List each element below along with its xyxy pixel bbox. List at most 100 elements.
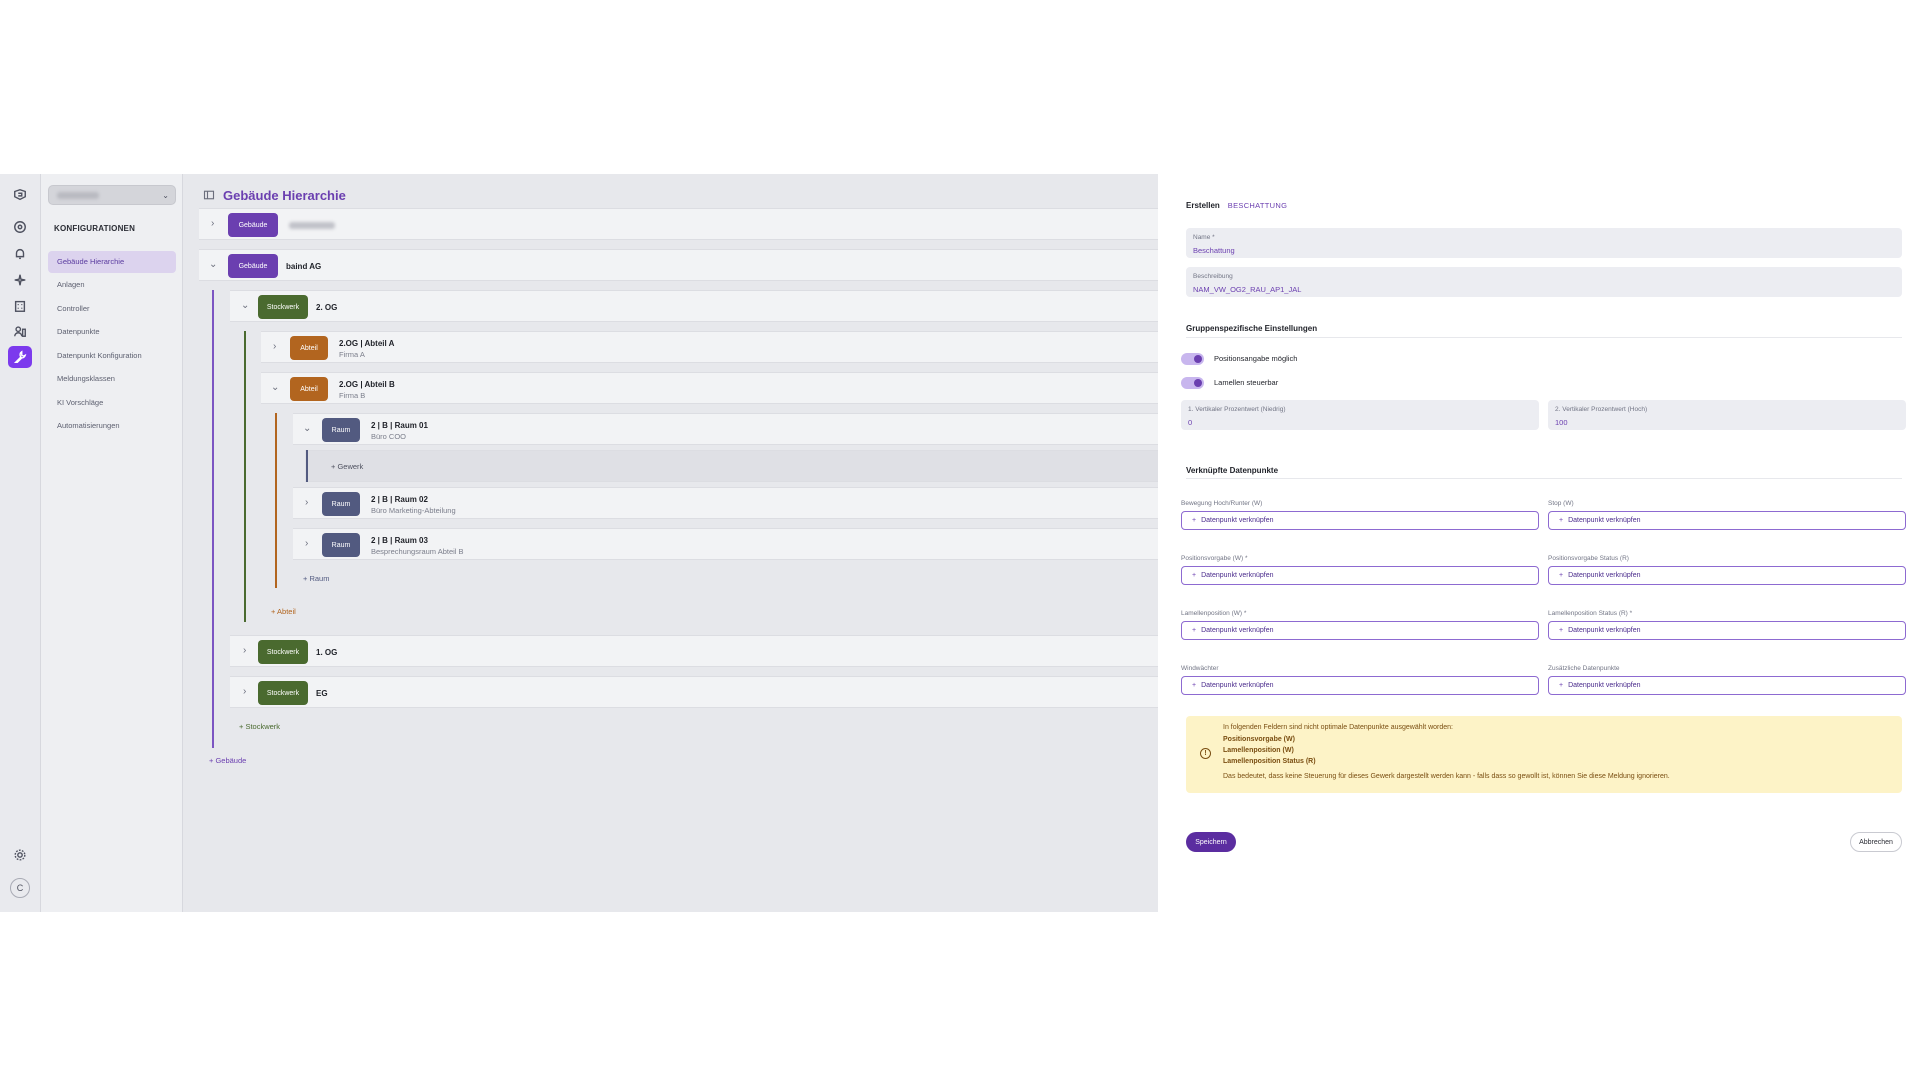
chevron-right-icon[interactable]: › bbox=[305, 497, 308, 508]
nav-item-controller[interactable]: Controller bbox=[48, 298, 176, 320]
badge-raum: Raum bbox=[322, 418, 360, 442]
link-datapoint-stop-button[interactable]: + Datenpunkt verknüpfen bbox=[1548, 511, 1906, 530]
nav-item-automatisierungen[interactable]: Automatisierungen bbox=[48, 415, 176, 437]
raum-subtitle: Büro COO bbox=[371, 432, 407, 441]
dp-label-windwaechter: Windwächter bbox=[1181, 665, 1219, 672]
chevron-down-icon[interactable]: ⌄ bbox=[241, 300, 249, 311]
dp-label-bewegung: Bewegung Hoch/Runter (W) bbox=[1181, 500, 1263, 507]
badge-stockwerk: Stockwerk bbox=[258, 681, 308, 705]
tab-beschattung[interactable]: BESCHATTUNG bbox=[1228, 201, 1287, 210]
add-abteil-button[interactable]: + Abteil bbox=[271, 607, 296, 616]
tree-row-raum-02[interactable]: › Raum 2 | B | Raum 02 Büro Marketing-Ab… bbox=[293, 487, 1158, 519]
raum-subtitle: Besprechungsraum Abteil B bbox=[371, 547, 464, 556]
percent-low-label: 1. Vertikaler Prozentwert (Niedrig) bbox=[1188, 406, 1286, 413]
page-title: Gebäude Hierarchie bbox=[223, 187, 346, 203]
percent-high-label: 2. Vertikaler Prozentwert (Hoch) bbox=[1555, 406, 1648, 413]
chevron-down-icon[interactable]: ⌄ bbox=[209, 259, 217, 270]
percent-high-field[interactable]: 2. Vertikaler Prozentwert (Hoch) 100 bbox=[1548, 400, 1906, 430]
link-datapoint-positionsvorgabe-status-button[interactable]: + Datenpunkt verknüpfen bbox=[1548, 566, 1906, 585]
percent-low-value: 0 bbox=[1188, 418, 1193, 427]
plus-icon: + bbox=[1559, 572, 1564, 579]
building-name: baind AG bbox=[286, 262, 322, 271]
building-icon[interactable] bbox=[8, 295, 32, 317]
badge-abteil: Abteil bbox=[290, 377, 328, 401]
avatar[interactable]: C bbox=[10, 878, 30, 898]
add-stockwerk-button[interactable]: + Stockwerk bbox=[239, 722, 280, 731]
cancel-button[interactable]: Abbrechen bbox=[1850, 832, 1902, 852]
building-tree-line bbox=[212, 290, 214, 748]
link-datapoint-lamellenposition-status-button[interactable]: + Datenpunkt verknüpfen bbox=[1548, 621, 1906, 640]
nav-item-datenpunkte[interactable]: Datenpunkte bbox=[48, 321, 176, 343]
tree-row-abteil-a[interactable]: › Abteil 2.OG | Abteil A Firma A bbox=[261, 331, 1158, 363]
badge-abteil: Abteil bbox=[290, 336, 328, 360]
floor-tree-line bbox=[244, 331, 246, 622]
divider bbox=[1186, 337, 1902, 338]
chevron-right-icon[interactable]: › bbox=[305, 538, 308, 549]
tree-row-floor-eg[interactable]: › Stockwerk EG bbox=[230, 676, 1158, 708]
badge-gebaeude: Gebäude bbox=[228, 254, 278, 278]
link-datapoint-lamellenposition-button[interactable]: + Datenpunkt verknüpfen bbox=[1181, 621, 1539, 640]
toggle-lamellen[interactable] bbox=[1181, 377, 1204, 389]
wrench-icon[interactable] bbox=[8, 346, 32, 368]
workspace-select[interactable]: ⌄ bbox=[48, 185, 176, 205]
chevron-right-icon[interactable]: › bbox=[211, 218, 214, 229]
app-window: C ⌄ KONFIGURATIONEN Gebäude Hierarchie A… bbox=[0, 174, 1920, 912]
dashboard-icon[interactable] bbox=[8, 216, 32, 238]
nav-item-meldungsklassen[interactable]: Meldungsklassen bbox=[48, 368, 176, 390]
gear-icon[interactable] bbox=[8, 844, 32, 866]
add-raum-button[interactable]: + Raum bbox=[303, 574, 329, 583]
nav-item-gebaeude-hierarchie[interactable]: Gebäude Hierarchie bbox=[48, 251, 176, 273]
sidebar-toggle-icon[interactable] bbox=[203, 189, 215, 201]
badge-stockwerk: Stockwerk bbox=[258, 640, 308, 664]
nav-item-datenpunkt-konfiguration[interactable]: Datenpunkt Konfiguration bbox=[48, 345, 176, 367]
link-datapoint-positionsvorgabe-button[interactable]: + Datenpunkt verknüpfen bbox=[1181, 566, 1539, 585]
tree-row-floor-2og[interactable]: ⌄ Stockwerk 2. OG bbox=[230, 290, 1158, 322]
percent-low-field[interactable]: 1. Vertikaler Prozentwert (Niedrig) 0 bbox=[1181, 400, 1539, 430]
chevron-right-icon[interactable]: › bbox=[243, 686, 246, 697]
nav-item-anlagen[interactable]: Anlagen bbox=[48, 274, 176, 296]
description-field[interactable]: Beschreibung NAM_VW_OG2_RAU_AP1_JAL bbox=[1186, 267, 1902, 297]
save-button[interactable]: Speichern bbox=[1186, 832, 1236, 852]
raum-tree-line bbox=[306, 450, 308, 482]
link-datapoint-bewegung-button[interactable]: + Datenpunkt verknüpfen bbox=[1181, 511, 1539, 530]
name-field[interactable]: Name * Beschattung bbox=[1186, 228, 1902, 258]
chevron-right-icon[interactable]: › bbox=[243, 645, 246, 656]
chevron-right-icon[interactable]: › bbox=[273, 341, 276, 352]
floor-name: 2. OG bbox=[316, 303, 338, 312]
tree-row-raum-03[interactable]: › Raum 2 | B | Raum 03 Besprechungsraum … bbox=[293, 528, 1158, 560]
plus-icon: + bbox=[1559, 682, 1564, 689]
add-gewerk-button[interactable]: + Gewerk bbox=[331, 462, 363, 471]
tree-row-floor-1og[interactable]: › Stockwerk 1. OG bbox=[230, 635, 1158, 667]
plus-icon: + bbox=[1192, 572, 1197, 579]
nav-item-ki-vorschlaege[interactable]: KI Vorschläge bbox=[48, 392, 176, 414]
nav-heading: KONFIGURATIONEN bbox=[54, 224, 136, 233]
chevron-down-icon[interactable]: ⌄ bbox=[303, 423, 311, 434]
group-settings-title: Gruppenspezifische Einstellungen bbox=[1186, 324, 1318, 333]
warning-note: Das bedeutet, dass keine Steuerung für d… bbox=[1223, 773, 1670, 780]
users-building-icon[interactable] bbox=[8, 320, 32, 342]
toggle-positionsangabe[interactable] bbox=[1181, 353, 1204, 365]
raum-name: 2 | B | Raum 01 bbox=[371, 421, 428, 430]
tree-row-abteil-b[interactable]: ⌄ Abteil 2.OG | Abteil B Firma B bbox=[261, 372, 1158, 404]
dp-label-positionsvorgabe: Positionsvorgabe (W) * bbox=[1181, 555, 1248, 562]
tree-row-building-1[interactable]: › Gebäude bbox=[199, 208, 1158, 240]
link-datapoint-windwaechter-button[interactable]: + Datenpunkt verknüpfen bbox=[1181, 676, 1539, 695]
tree-row-add-gewerk[interactable]: + Gewerk bbox=[305, 450, 1158, 482]
ai-sparkle-icon[interactable] bbox=[8, 269, 32, 291]
workspace-name-redacted bbox=[57, 192, 99, 199]
name-value: Beschattung bbox=[1193, 246, 1235, 255]
link-datapoint-zusaetzliche-button[interactable]: + Datenpunkt verknüpfen bbox=[1548, 676, 1906, 695]
dp-label-stop: Stop (W) bbox=[1548, 500, 1574, 507]
icon-rail: C bbox=[0, 174, 41, 912]
name-label: Name * bbox=[1193, 234, 1215, 241]
badge-gebaeude: Gebäude bbox=[228, 213, 278, 237]
logo-icon[interactable] bbox=[8, 184, 32, 206]
tree-row-raum-01[interactable]: ⌄ Raum 2 | B | Raum 01 Büro COO bbox=[293, 413, 1158, 445]
hierarchy-view: Gebäude Hierarchie › Gebäude ⌄ Gebäude b… bbox=[183, 174, 1158, 912]
bell-icon[interactable] bbox=[8, 243, 32, 265]
chevron-down-icon[interactable]: ⌄ bbox=[271, 382, 279, 393]
tree-row-building-2[interactable]: ⌄ Gebäude baind AG bbox=[199, 249, 1158, 281]
add-gebaeude-button[interactable]: + Gebäude bbox=[209, 756, 246, 765]
warning-banner: ! In folgenden Feldern sind nicht optima… bbox=[1186, 716, 1902, 793]
tab-erstellen[interactable]: Erstellen bbox=[1186, 201, 1220, 210]
